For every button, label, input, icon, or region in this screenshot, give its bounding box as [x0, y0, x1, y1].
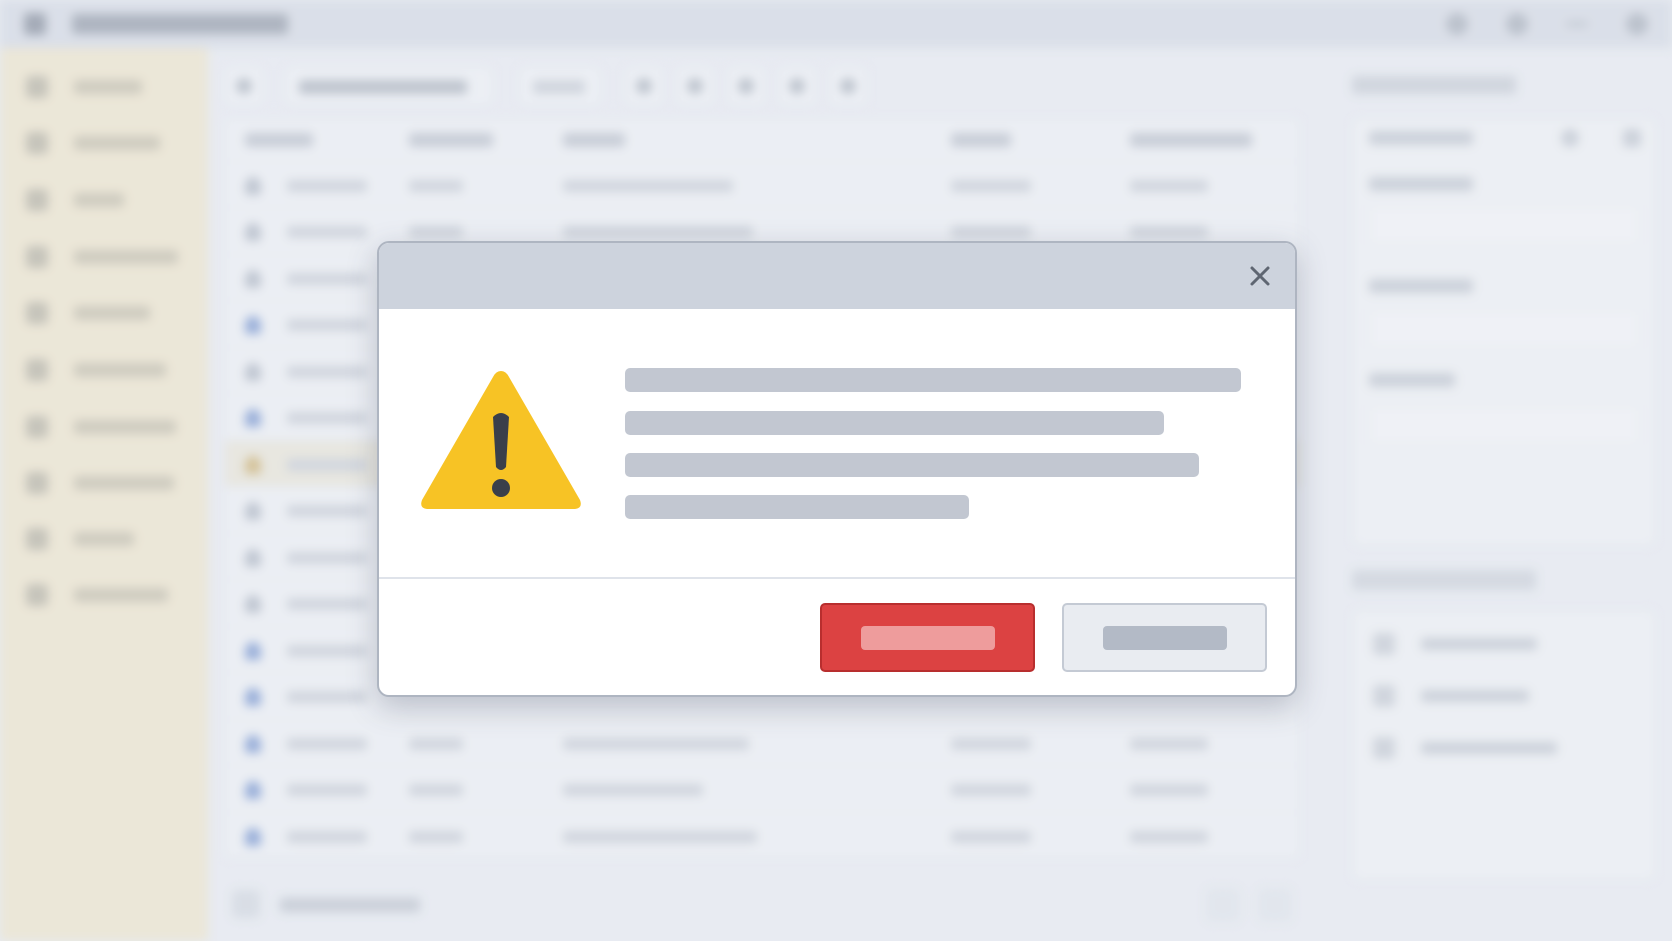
confirm-button[interactable]: [820, 603, 1035, 672]
cancel-button[interactable]: [1062, 603, 1267, 672]
message-line: [625, 453, 1199, 477]
message-line: [625, 368, 1241, 392]
message-line: [625, 411, 1164, 435]
dialog-header: [379, 243, 1295, 309]
message-line: [625, 495, 969, 519]
dialog-divider: [379, 577, 1295, 579]
warning-dialog: [377, 241, 1297, 697]
warning-triangle-icon: [417, 365, 585, 515]
close-icon[interactable]: [1243, 259, 1277, 293]
